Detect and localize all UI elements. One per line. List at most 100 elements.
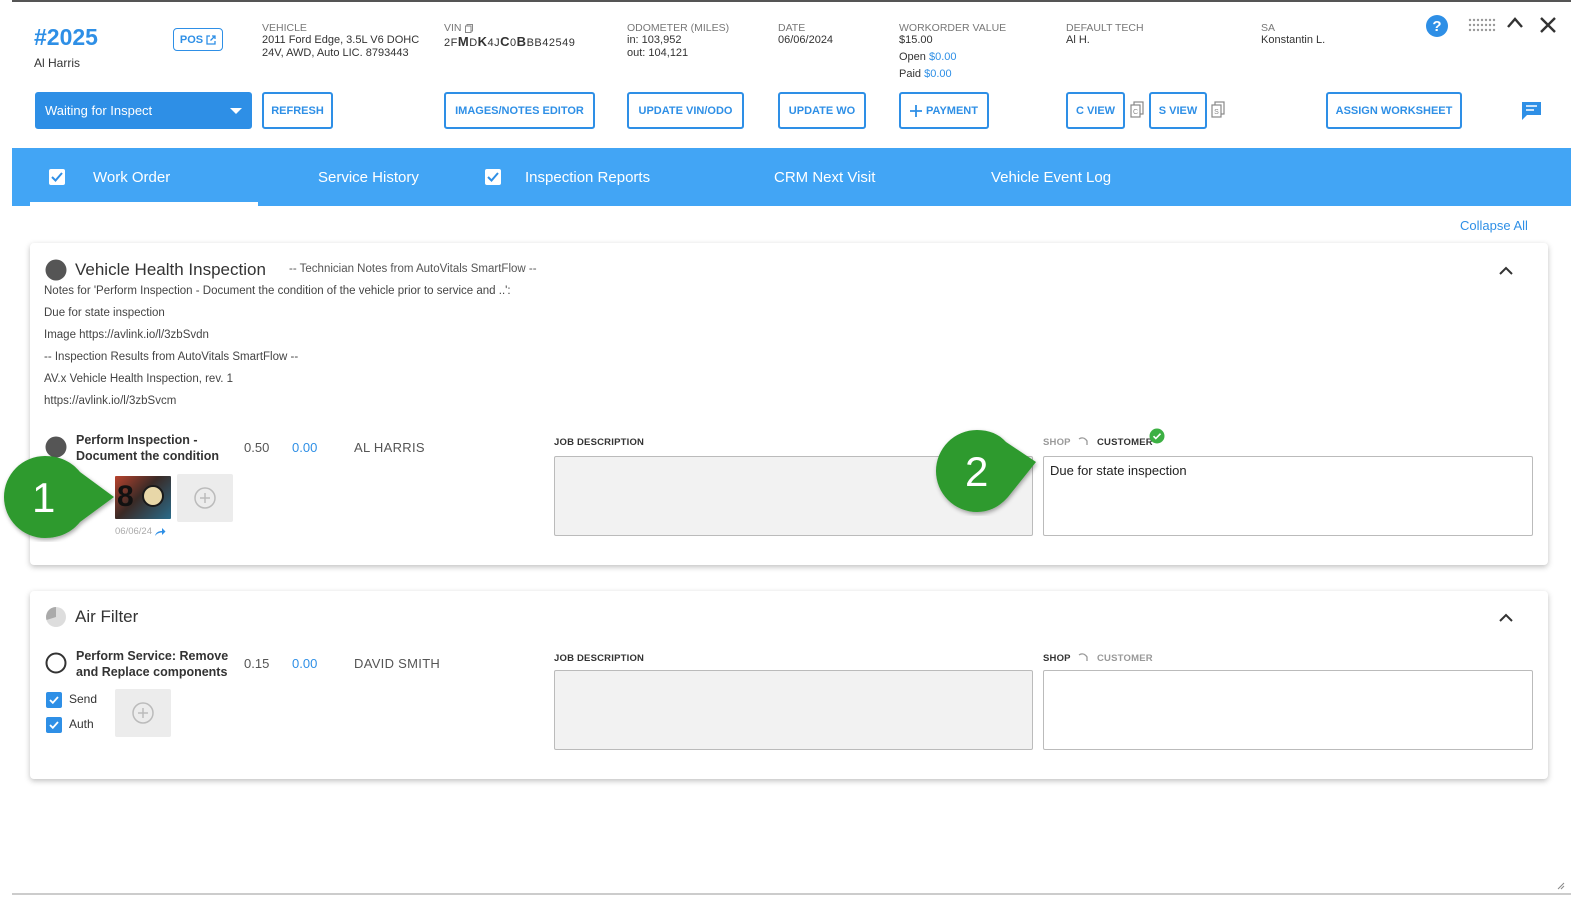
tab-service-history-label: Service History <box>318 168 419 186</box>
toggle-arrow-icon[interactable] <box>1077 436 1089 446</box>
customer-tab-label[interactable]: CUSTOMER <box>1097 437 1153 448</box>
customer-note-field[interactable]: Due for state inspection <box>1043 456 1533 536</box>
collapse-all-link[interactable]: Collapse All <box>1460 218 1528 233</box>
plus-icon <box>910 104 923 117</box>
help-icon[interactable]: ? <box>1425 14 1449 38</box>
paid-value[interactable]: $0.00 <box>924 68 952 80</box>
vin-label: VIN <box>444 22 462 34</box>
send-checkbox[interactable] <box>46 692 62 708</box>
image-date: 06/06/24 <box>115 526 152 537</box>
update-vin-odo-button[interactable]: UPDATE VIN/ODO <box>627 92 744 129</box>
collapse-header-icon[interactable] <box>1506 16 1524 30</box>
job-tech[interactable]: DAVID SMITH <box>354 656 440 671</box>
inspection-reports-checkbox[interactable] <box>485 169 501 185</box>
checkmark-icon <box>49 696 59 704</box>
auth-checkbox[interactable] <box>46 717 62 733</box>
job-tech[interactable]: AL HARRIS <box>354 440 425 455</box>
tab-vehicle-event-log-label: Vehicle Event Log <box>991 168 1112 186</box>
default-tech-label: DEFAULT TECH <box>1066 22 1144 34</box>
customer-name[interactable]: Al Harris <box>34 56 80 70</box>
job-status-circle-icon[interactable] <box>45 652 67 674</box>
note-line: AV.x Vehicle Health Inspection, rev. 1 <box>44 373 234 385</box>
tab-crm-next-visit-label: CRM Next Visit <box>774 168 876 186</box>
chevron-down-icon <box>230 108 242 114</box>
job-hours[interactable]: 0.15 <box>244 656 269 671</box>
section-title: Vehicle Health Inspection <box>75 260 266 279</box>
job-price[interactable]: 0.00 <box>292 656 317 671</box>
svg-text:?: ? <box>1432 18 1441 35</box>
add-image-button[interactable] <box>115 689 171 737</box>
customer-tab-label[interactable]: CUSTOMER <box>1097 653 1153 664</box>
shop-tab-label[interactable]: SHOP <box>1043 653 1071 664</box>
svg-text:S: S <box>1214 109 1219 116</box>
copy-c-view-icon[interactable]: C <box>1130 101 1144 119</box>
tab-inspection-reports-label: Inspection Reports <box>525 168 651 186</box>
job-hours[interactable]: 0.50 <box>244 440 269 455</box>
date-label: DATE <box>778 22 806 34</box>
chevron-up-icon[interactable] <box>1499 613 1513 622</box>
tab-work-order[interactable]: Work Order <box>30 148 258 206</box>
external-link-icon <box>206 34 216 45</box>
add-circle-icon <box>132 702 154 724</box>
close-icon[interactable] <box>1539 16 1557 34</box>
tab-crm-next-visit[interactable]: CRM Next Visit <box>774 148 875 206</box>
chevron-up-icon[interactable] <box>1499 266 1513 275</box>
status-dropdown[interactable]: Waiting for Inspect <box>35 92 252 129</box>
sa-block: SA Konstantin L. <box>1261 22 1325 47</box>
inspection-image-thumbnail[interactable]: 8 <box>115 476 171 519</box>
add-image-button[interactable] <box>177 474 233 522</box>
checkmark-icon <box>487 172 499 182</box>
sa-label: SA <box>1261 22 1276 34</box>
date-value: 06/06/2024 <box>778 34 834 46</box>
payment-button[interactable]: PAYMENT <box>899 92 989 129</box>
tab-vehicle-event-log[interactable]: Vehicle Event Log <box>991 148 1111 206</box>
toggle-arrow-icon[interactable] <box>1077 652 1089 662</box>
svg-text:C: C <box>1133 109 1138 116</box>
copy-s-view-icon[interactable]: S <box>1211 101 1225 119</box>
image-date-row: 06/06/24 <box>115 526 166 537</box>
chat-icon[interactable] <box>1521 101 1542 121</box>
job-card-vehicle-health-inspection: Vehicle Health Inspection -- Technician … <box>30 243 1548 565</box>
share-icon[interactable] <box>154 527 166 537</box>
workorder-number: #2025 <box>34 24 98 50</box>
checkmark-icon <box>49 721 59 729</box>
vin-block: VIN 2FMDK4JC0BBB42549 <box>444 22 575 49</box>
tab-bar: Work Order Service History Inspection Re… <box>12 148 1571 206</box>
vehicle-label: VEHICLE <box>262 22 307 34</box>
default-tech-block: DEFAULT TECH Al H. <box>1066 22 1144 47</box>
workorder-header: #2025 Al Harris POS VEHICLE 2011 Ford Ed… <box>0 0 1571 148</box>
pos-label: POS <box>179 33 204 46</box>
add-circle-icon <box>194 487 216 509</box>
shop-tab-label[interactable]: SHOP <box>1043 437 1071 448</box>
tab-inspection-reports[interactable]: Inspection Reports <box>485 148 650 206</box>
checkmark-icon <box>51 172 63 182</box>
shop-note-field[interactable] <box>1043 670 1533 750</box>
s-view-button[interactable]: S VIEW <box>1149 92 1207 129</box>
refresh-button[interactable]: REFRESH <box>262 92 333 129</box>
partial-status-pie-icon <box>46 607 66 627</box>
c-view-button[interactable]: C VIEW <box>1066 92 1125 129</box>
section-title: Air Filter <box>75 607 139 626</box>
apps-grid-icon[interactable] <box>1468 18 1496 32</box>
pos-button[interactable]: POS <box>173 28 223 51</box>
paid-label: Paid <box>899 68 922 80</box>
section-subtitle: -- Technician Notes from AutoVitals Smar… <box>289 263 537 275</box>
status-dot-icon <box>45 259 67 281</box>
resize-handle-icon[interactable] <box>1555 880 1565 890</box>
assign-worksheet-button[interactable]: ASSIGN WORKSHEET <box>1326 92 1462 129</box>
vehicle-line-2: 24V, AWD, Auto LIC. 8793443 <box>262 47 409 59</box>
work-order-checkbox[interactable] <box>49 169 65 185</box>
open-value[interactable]: $0.00 <box>929 51 957 63</box>
job-description-field[interactable] <box>554 670 1033 750</box>
job-card-air-filter: Air Filter Perform Service: Remove and R… <box>30 591 1548 779</box>
odometer-in: in: 103,952 <box>627 34 682 46</box>
job-price[interactable]: 0.00 <box>292 440 317 455</box>
job-description-label: JOB DESCRIPTION <box>554 437 645 448</box>
images-notes-editor-button[interactable]: IMAGES/NOTES EDITOR <box>444 92 595 129</box>
tab-service-history[interactable]: Service History <box>318 148 419 206</box>
note-line: https://avlink.io/l/3zbSvcm <box>44 395 177 407</box>
copy-icon[interactable] <box>464 23 473 33</box>
update-wo-button[interactable]: UPDATE WO <box>778 92 866 129</box>
vin-value[interactable]: 2FMDK4JC0BBB42549 <box>444 34 575 49</box>
vehicle-block: VEHICLE 2011 Ford Edge, 3.5L V6 DOHC 24V… <box>262 22 419 60</box>
